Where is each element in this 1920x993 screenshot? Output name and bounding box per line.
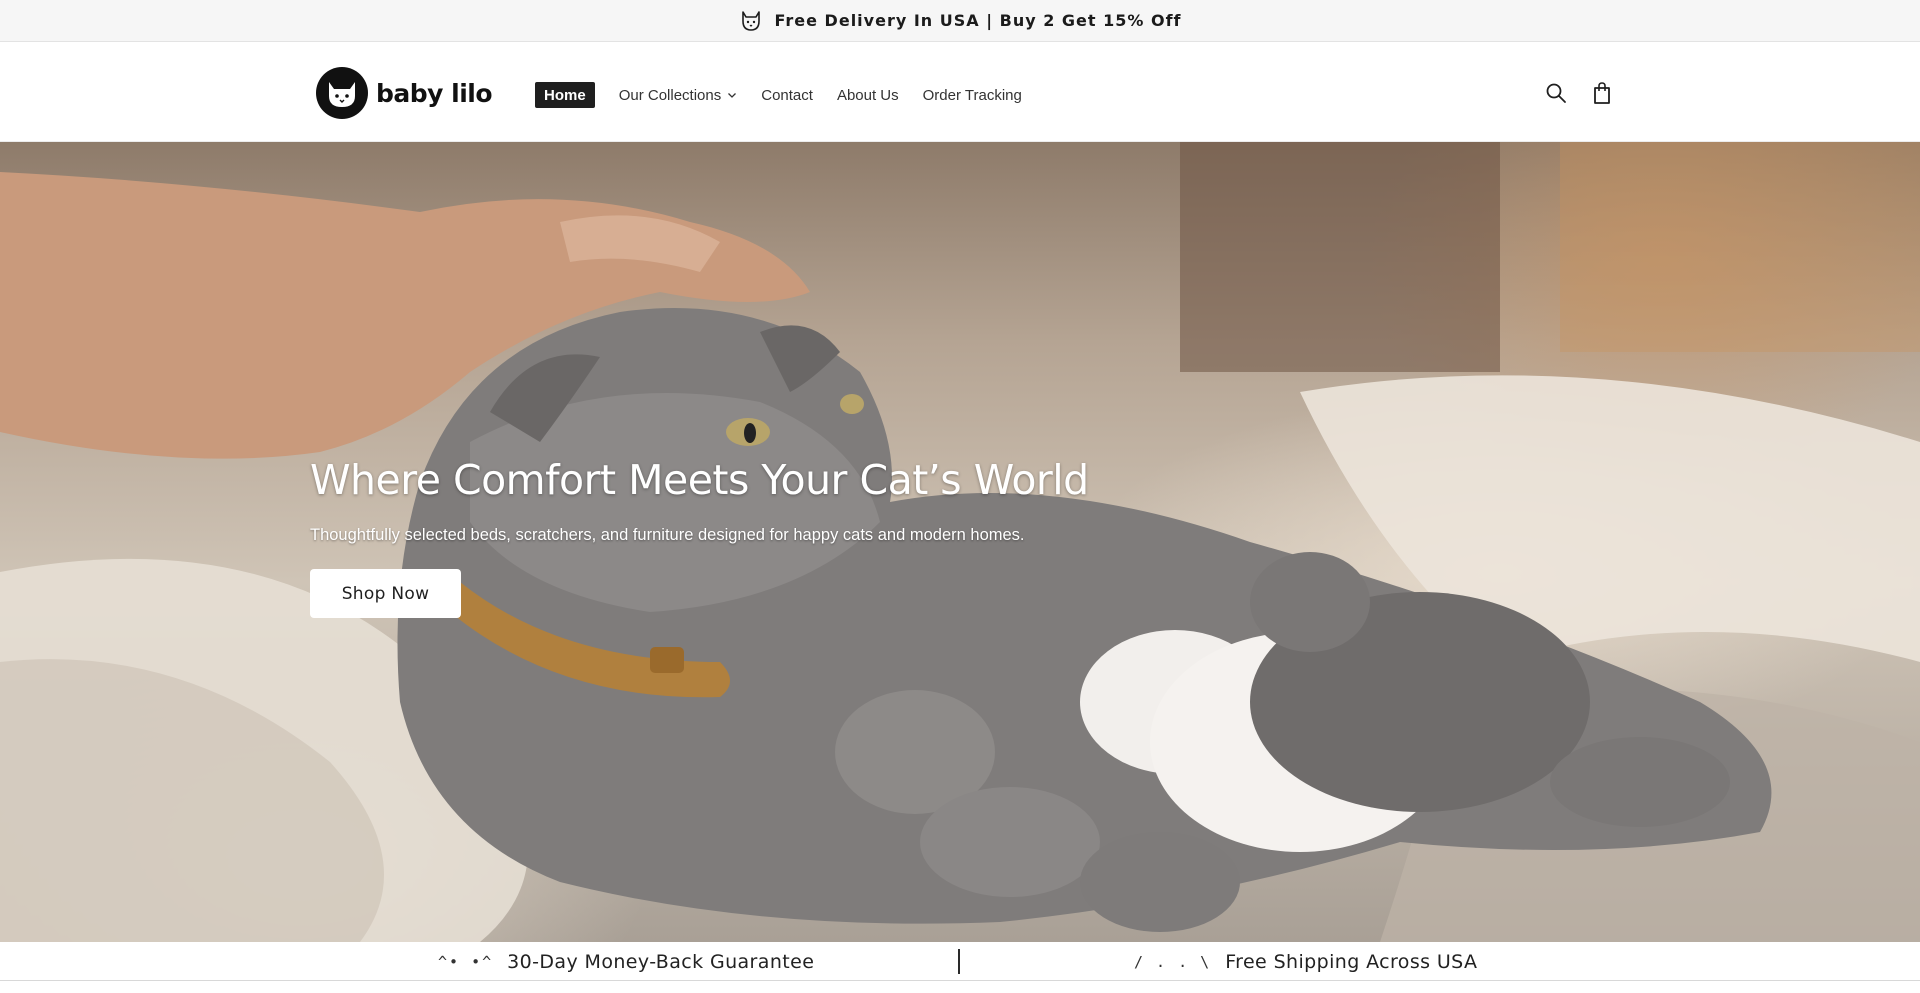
shop-now-button[interactable]: Shop Now (310, 569, 461, 618)
hero-banner: Where Comfort Meets Your Cat’s World Tho… (0, 142, 1920, 942)
marquee-item-text: Free Shipping Across USA (1225, 950, 1478, 973)
announcement-bar: Free Delivery In USA | Buy 2 Get 15% Off (0, 0, 1920, 42)
hero-content: Where Comfort Meets Your Cat’s World Tho… (310, 456, 1089, 618)
cat-face-icon: ^• •^ (438, 952, 494, 971)
header-actions (1544, 81, 1614, 105)
nav-about-us[interactable]: About Us (837, 82, 899, 108)
nav-contact[interactable]: Contact (761, 82, 813, 108)
benefits-marquee: ^• •^ 30-Day Money-Back Guarantee / . . … (0, 942, 1920, 981)
cat-ears-icon: / . . \ (1134, 952, 1212, 971)
announcement-text: Free Delivery In USA | Buy 2 Get 15% Off (774, 11, 1182, 30)
marquee-item: / . . \ Free Shipping Across USA (1134, 942, 1477, 981)
shopping-bag-icon[interactable] (1590, 81, 1614, 105)
chevron-down-icon (727, 90, 737, 100)
search-icon[interactable] (1544, 81, 1568, 105)
brand-name: baby lilo (376, 78, 493, 108)
brand-logo[interactable]: baby lilo (316, 67, 493, 119)
nav-our-collections[interactable]: Our Collections (619, 82, 738, 108)
marquee-item-text: 30-Day Money-Back Guarantee (507, 950, 815, 973)
site-header: baby lilo Home Our Collections Contact A… (0, 43, 1920, 142)
nav-our-collections-label: Our Collections (618, 86, 722, 104)
cat-icon (738, 8, 764, 34)
nav-order-tracking[interactable]: Order Tracking (923, 82, 1022, 108)
main-nav: Home Our Collections Contact About Us Or… (535, 82, 1022, 108)
cat-logo-icon (316, 67, 368, 119)
hero-subtitle: Thoughtfully selected beds, scratchers, … (310, 526, 1025, 544)
marquee-item: ^• •^ 30-Day Money-Back Guarantee (438, 942, 814, 981)
hero-title: Where Comfort Meets Your Cat’s World (310, 456, 1089, 504)
nav-home[interactable]: Home (535, 82, 595, 108)
marquee-divider (958, 949, 960, 974)
